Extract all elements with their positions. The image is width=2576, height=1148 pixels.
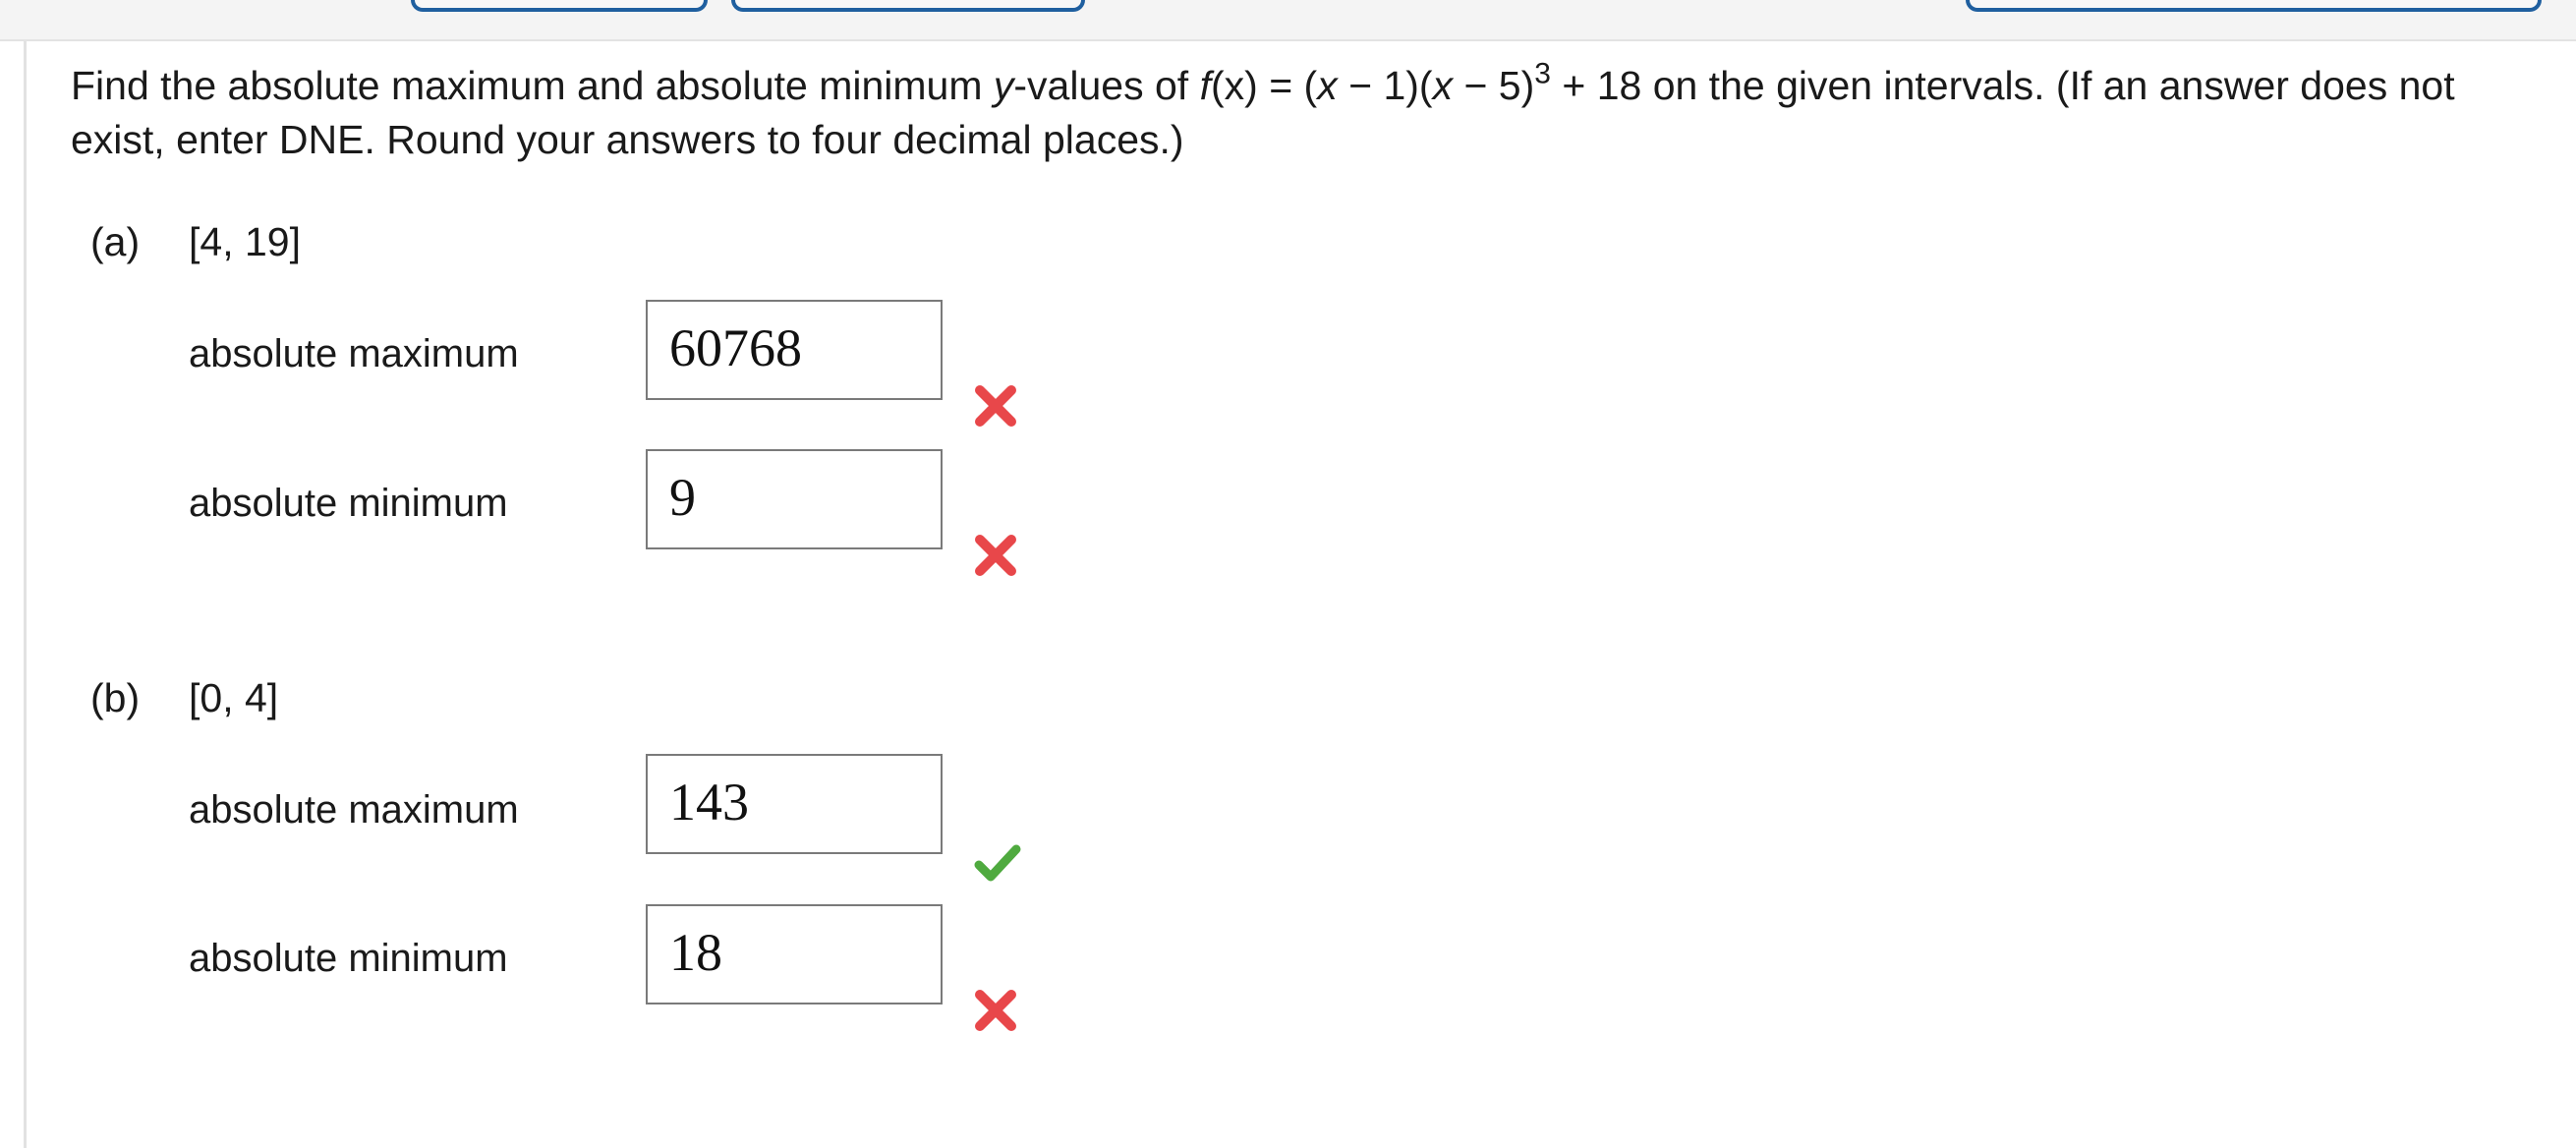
top-toolbar bbox=[0, 0, 2576, 41]
checkmark-icon bbox=[974, 844, 1021, 882]
part-b-max-input[interactable]: 143 bbox=[646, 754, 943, 854]
part-a-max-label: absolute maximum bbox=[189, 332, 519, 375]
part-interval: [0, 4] bbox=[189, 675, 279, 720]
part-b-max-label: absolute maximum bbox=[189, 788, 519, 832]
toolbar-button-1[interactable] bbox=[411, 0, 708, 12]
part-a-max-input[interactable]: 60768 bbox=[646, 300, 943, 400]
part-a-label: (a) [4, 19] bbox=[90, 219, 301, 265]
part-a-min-label: absolute minimum bbox=[189, 482, 508, 525]
part-b-min-label: absolute minimum bbox=[189, 937, 508, 980]
cross-icon bbox=[975, 535, 1016, 576]
part-a-min-input[interactable]: 9 bbox=[646, 449, 943, 549]
part-letter: (a) bbox=[90, 219, 141, 264]
question-text: Find the absolute maximum and absolute m… bbox=[71, 57, 2455, 162]
part-letter: (b) bbox=[90, 675, 141, 720]
cross-icon bbox=[975, 990, 1016, 1031]
part-b-label: (b) [0, 4] bbox=[90, 675, 278, 721]
toolbar-button-2[interactable] bbox=[731, 0, 1085, 12]
toolbar-button-3[interactable] bbox=[1966, 0, 2542, 12]
part-interval: [4, 19] bbox=[189, 219, 301, 264]
cross-icon bbox=[975, 385, 1016, 427]
part-b-min-input[interactable]: 18 bbox=[646, 904, 943, 1004]
content-left-border bbox=[24, 41, 27, 1148]
